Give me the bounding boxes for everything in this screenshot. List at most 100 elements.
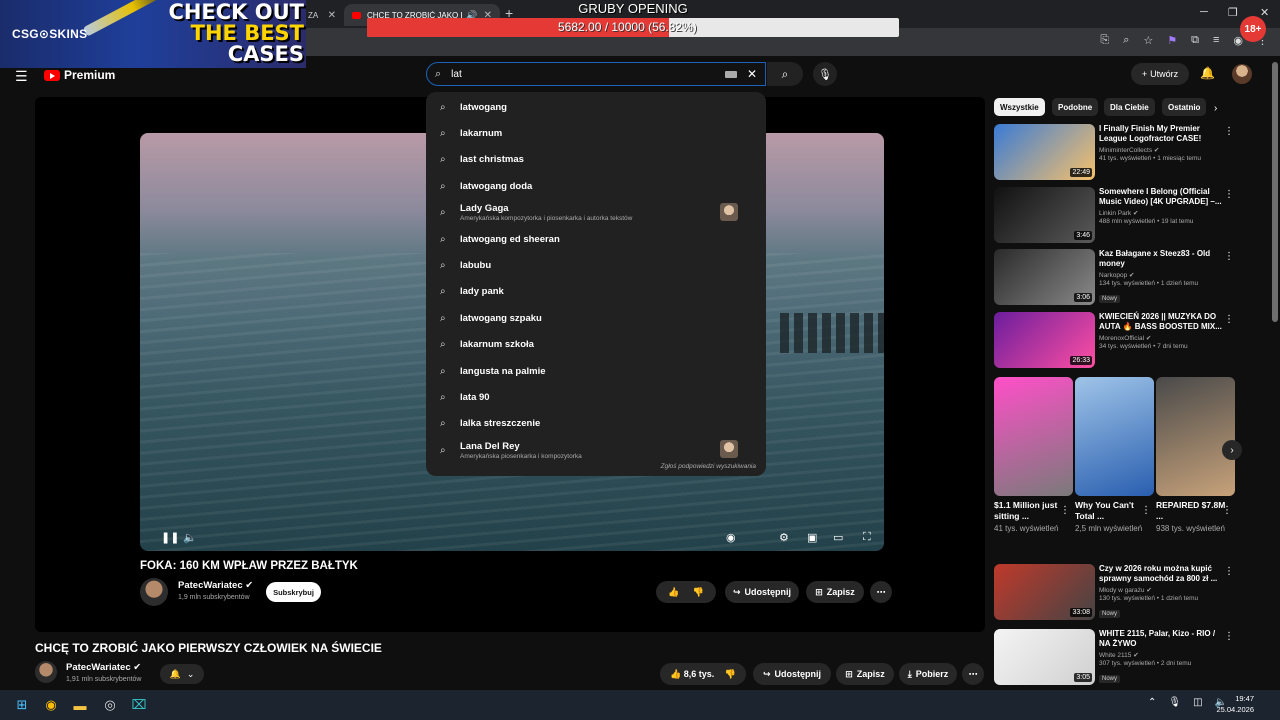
video-channel[interactable]: MiniminterCollects ✔ [1099, 146, 1227, 154]
short-thumbnail[interactable] [994, 377, 1073, 496]
inner-share-button[interactable]: ↪ Udostępnij [725, 581, 799, 603]
video-thumbnail[interactable]: 22:49 [994, 124, 1095, 180]
search-button[interactable]: ⌕ [767, 62, 803, 86]
search-suggestion[interactable]: ⌕ last christmas [426, 147, 766, 173]
video-menu-icon[interactable]: ⋮ [1224, 314, 1234, 325]
share-button[interactable]: ↪ Udostępnij [753, 663, 831, 685]
chip-for-you[interactable]: Dla Ciebie [1104, 98, 1155, 116]
inner-like-dislike[interactable]: 👍 👎 [656, 581, 716, 603]
volume-icon[interactable]: 🔈 [183, 531, 197, 544]
inner-subscribe-button[interactable]: Subskrybuj [266, 582, 321, 602]
recommended-video[interactable]: 26:33 KWIECIEŃ 2026 || MUZYKA DO AUTA 🔥 B… [994, 311, 1244, 370]
chrome-taskbar-icon[interactable]: ◉ [41, 695, 61, 715]
search-suggestion[interactable]: ⌕ latwogang doda [426, 173, 766, 199]
thumb-up-icon[interactable]: 👍 [668, 587, 679, 598]
search-suggestion[interactable]: ⌕ Lana Del Rey Amerykańska piosenkarka i k… [426, 437, 766, 463]
video-channel[interactable]: MorenoxOfficial ✔ [1099, 334, 1227, 342]
short-thumbnail[interactable] [1075, 377, 1154, 496]
video-title[interactable]: Kaz Bałagane x Steez83 - Old money [1099, 249, 1227, 269]
inner-save-button[interactable]: ⊞ Zapisz [806, 581, 864, 603]
save-button[interactable]: ⊞ Zapisz [836, 663, 894, 685]
video-menu-icon[interactable]: ⋮ [1224, 189, 1234, 200]
obs-icon[interactable]: ◎ [100, 695, 120, 715]
search-suggestion[interactable]: ⌕ latwogang ed sheeran [426, 226, 766, 252]
short-title[interactable]: REPAIRED $7.8M ... [1156, 500, 1232, 522]
file-explorer-icon[interactable]: ▬ [70, 695, 90, 715]
voice-search-button[interactable]: 🎙 [813, 62, 837, 86]
channel-name[interactable]: PatecWariatec ✔ [66, 662, 141, 673]
search-suggestion[interactable]: ⌕ lakarnum [426, 120, 766, 146]
network-icon[interactable]: ◫ [1193, 697, 1202, 708]
video-channel[interactable]: Linkin Park ✔ [1099, 209, 1227, 217]
thumb-down-icon[interactable]: 👎 [693, 587, 704, 598]
short-title[interactable]: $1.1 Million just sitting ... [994, 500, 1070, 522]
video-title[interactable]: Somewhere I Belong (Official Music Video… [1099, 187, 1227, 207]
search-suggestion[interactable]: ⌕ lata 90 [426, 384, 766, 410]
video-menu-icon[interactable]: ⋮ [1224, 126, 1234, 137]
recommended-video[interactable]: 3:06 Kaz Bałagane x Steez83 - Old money Na… [994, 249, 1244, 307]
search-suggestion[interactable]: ⌕ langusta na palmie [426, 358, 766, 384]
video-thumbnail[interactable]: 3:46 [994, 186, 1095, 243]
app-taskbar-icon[interactable]: ⌧ [129, 695, 149, 715]
chip-related[interactable]: Podobne [1052, 98, 1099, 116]
windows-start-icon[interactable]: ⊞ [12, 695, 32, 715]
close-window-icon[interactable]: ✕ [1260, 6, 1269, 19]
video-title[interactable]: WHITE 2115, Palar, Kizo - RIO / NA ŻYWO [1099, 629, 1227, 649]
puzzle-icon[interactable]: ⧉ [1191, 34, 1199, 47]
autoplay-toggle-icon[interactable]: ◉ [726, 531, 736, 544]
video-thumbnail[interactable]: 26:33 [994, 311, 1095, 368]
minimize-icon[interactable]: ─ [1200, 6, 1208, 18]
keyboard-icon[interactable] [724, 70, 737, 78]
theater-mode-icon[interactable]: ▭ [833, 531, 843, 544]
recommended-video[interactable]: 33:08 Czy w 2026 roku można kupić sprawny… [994, 564, 1244, 622]
report-suggestions-link[interactable]: Zgłoś podpowiedzi wyszukiwania [661, 463, 756, 470]
search-suggestion[interactable]: ⌕ lady pank [426, 279, 766, 305]
inner-more-button[interactable]: ⋯ [870, 581, 892, 603]
inner-channel-name[interactable]: PatecWariatec ✔ [178, 580, 253, 591]
like-button[interactable]: 👍 8,6 tys. [670, 669, 714, 680]
zoom-icon[interactable]: ⌕ [1123, 34, 1129, 47]
video-channel[interactable]: Młody w garażu ✔ [1099, 586, 1227, 594]
inner-channel-avatar[interactable] [140, 578, 168, 606]
chip-recent[interactable]: Ostatnio [1162, 98, 1206, 116]
short-menu-icon[interactable]: ⋮ [1222, 505, 1232, 516]
more-actions-button[interactable]: ⋯ [962, 663, 984, 685]
video-title[interactable]: Czy w 2026 roku można kupić sprawny samo… [1099, 564, 1227, 584]
search-suggestion[interactable]: ⌕ latwogang [426, 94, 766, 120]
video-menu-icon[interactable]: ⋮ [1224, 631, 1234, 642]
microphone-icon[interactable]: 🎙 [1168, 697, 1181, 708]
youtube-premium-logo[interactable]: Premium [44, 68, 115, 82]
video-thumbnail[interactable]: 33:08 [994, 564, 1095, 620]
video-menu-icon[interactable]: ⋮ [1224, 251, 1234, 262]
video-channel[interactable]: Narkopop ✔ [1099, 271, 1227, 279]
search-input[interactable]: lat [451, 69, 725, 80]
recommended-video[interactable]: 3:05 WHITE 2115, Palar, Kizo - RIO / NA Ż… [994, 629, 1244, 687]
search-suggestion[interactable]: ⌕ Lady Gaga Amerykańska kompozytorka i pio… [426, 200, 766, 226]
create-button[interactable]: + Utwórz [1131, 63, 1189, 85]
taskbar-clock[interactable]: 19:47 25.04.2026 [1216, 693, 1254, 715]
search-suggestion[interactable]: ⌕ lakarnum szkoła [426, 332, 766, 358]
recommended-video[interactable]: 3:46 Somewhere I Belong (Official Music V… [994, 186, 1244, 245]
maximize-icon[interactable]: ❐ [1228, 6, 1238, 19]
channel-avatar[interactable] [35, 661, 57, 683]
chip-all[interactable]: Wszystkie [994, 98, 1045, 116]
download-button[interactable]: ⤓ Pobierz [899, 663, 957, 685]
subscribed-bell-button[interactable]: 🔔 ⌄ [160, 664, 204, 684]
notifications-bell-icon[interactable]: 🔔 [1200, 66, 1215, 80]
search-box[interactable]: ⌕ lat ✕ [426, 62, 766, 86]
video-title[interactable]: I Finally Finish My Premier League Logof… [1099, 124, 1227, 144]
shorts-next-button[interactable]: › [1222, 440, 1242, 460]
dislike-button[interactable]: 👎 [725, 669, 736, 680]
pause-icon[interactable]: ❚❚ [161, 531, 179, 544]
short-title[interactable]: Why You Can't Total ... [1075, 500, 1151, 522]
clear-search-icon[interactable]: ✕ [747, 67, 757, 81]
video-menu-icon[interactable]: ⋮ [1224, 566, 1234, 577]
chevron-up-icon[interactable]: ⌃ [1148, 697, 1156, 708]
chevron-right-icon[interactable]: › [1214, 103, 1217, 114]
cast-icon[interactable]: ⎘ [1100, 34, 1109, 47]
search-suggestion[interactable]: ⌕ lalka streszczenie [426, 411, 766, 437]
menu-hamburger-icon[interactable]: ☰ [15, 68, 28, 85]
miniplayer-icon[interactable]: ▣ [807, 531, 817, 544]
short-thumbnail[interactable] [1156, 377, 1235, 496]
video-title[interactable]: KWIECIEŃ 2026 || MUZYKA DO AUTA 🔥 BASS B… [1099, 312, 1227, 332]
